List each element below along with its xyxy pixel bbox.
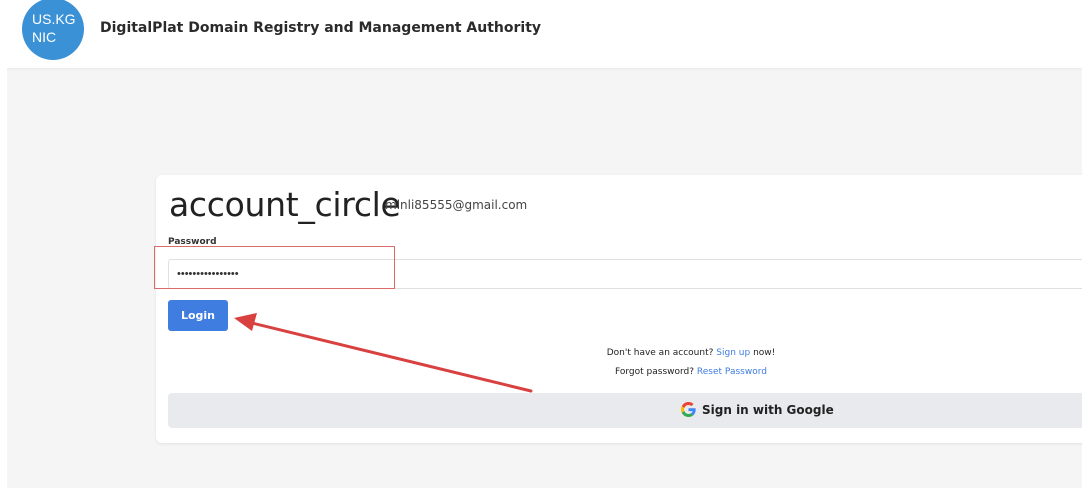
google-button-label: Sign in with Google: [702, 402, 834, 417]
signup-prompt: Don't have an account? Sign up now!: [156, 348, 1082, 358]
logo-text-bottom: NIC: [32, 29, 57, 45]
forgot-password-prompt: Forgot password? Reset Password: [156, 367, 1082, 377]
google-signin-button[interactable]: Sign in with Google: [168, 393, 1082, 428]
logo-text-top: US.KG: [32, 11, 76, 27]
forgot-prefix-text: Forgot password?: [615, 367, 695, 377]
google-g-icon: [681, 402, 696, 417]
signup-suffix-text: now!: [753, 348, 776, 358]
site-title: DigitalPlat Domain Registry and Manageme…: [100, 20, 542, 36]
account-email: mlnli85555@gmail.com: [385, 198, 528, 212]
signup-prefix-text: Don't have an account?: [606, 348, 714, 358]
login-card: account_circle mlnli85555@gmail.com Pass…: [154, 175, 1082, 443]
site-logo[interactable]: US.KG NIC: [22, 0, 84, 60]
google-button-content: Sign in with Google: [681, 402, 834, 417]
password-label: Password: [168, 237, 217, 247]
page-edge: [0, 68, 7, 488]
top-header: US.KG NIC DigitalPlat Domain Registry an…: [0, 0, 1082, 68]
signup-link[interactable]: Sign up: [716, 348, 750, 358]
password-field[interactable]: [168, 259, 1082, 289]
login-button[interactable]: Login: [168, 300, 228, 331]
account-circle-icon: account_circle: [169, 185, 401, 224]
reset-password-link[interactable]: Reset Password: [697, 367, 767, 377]
